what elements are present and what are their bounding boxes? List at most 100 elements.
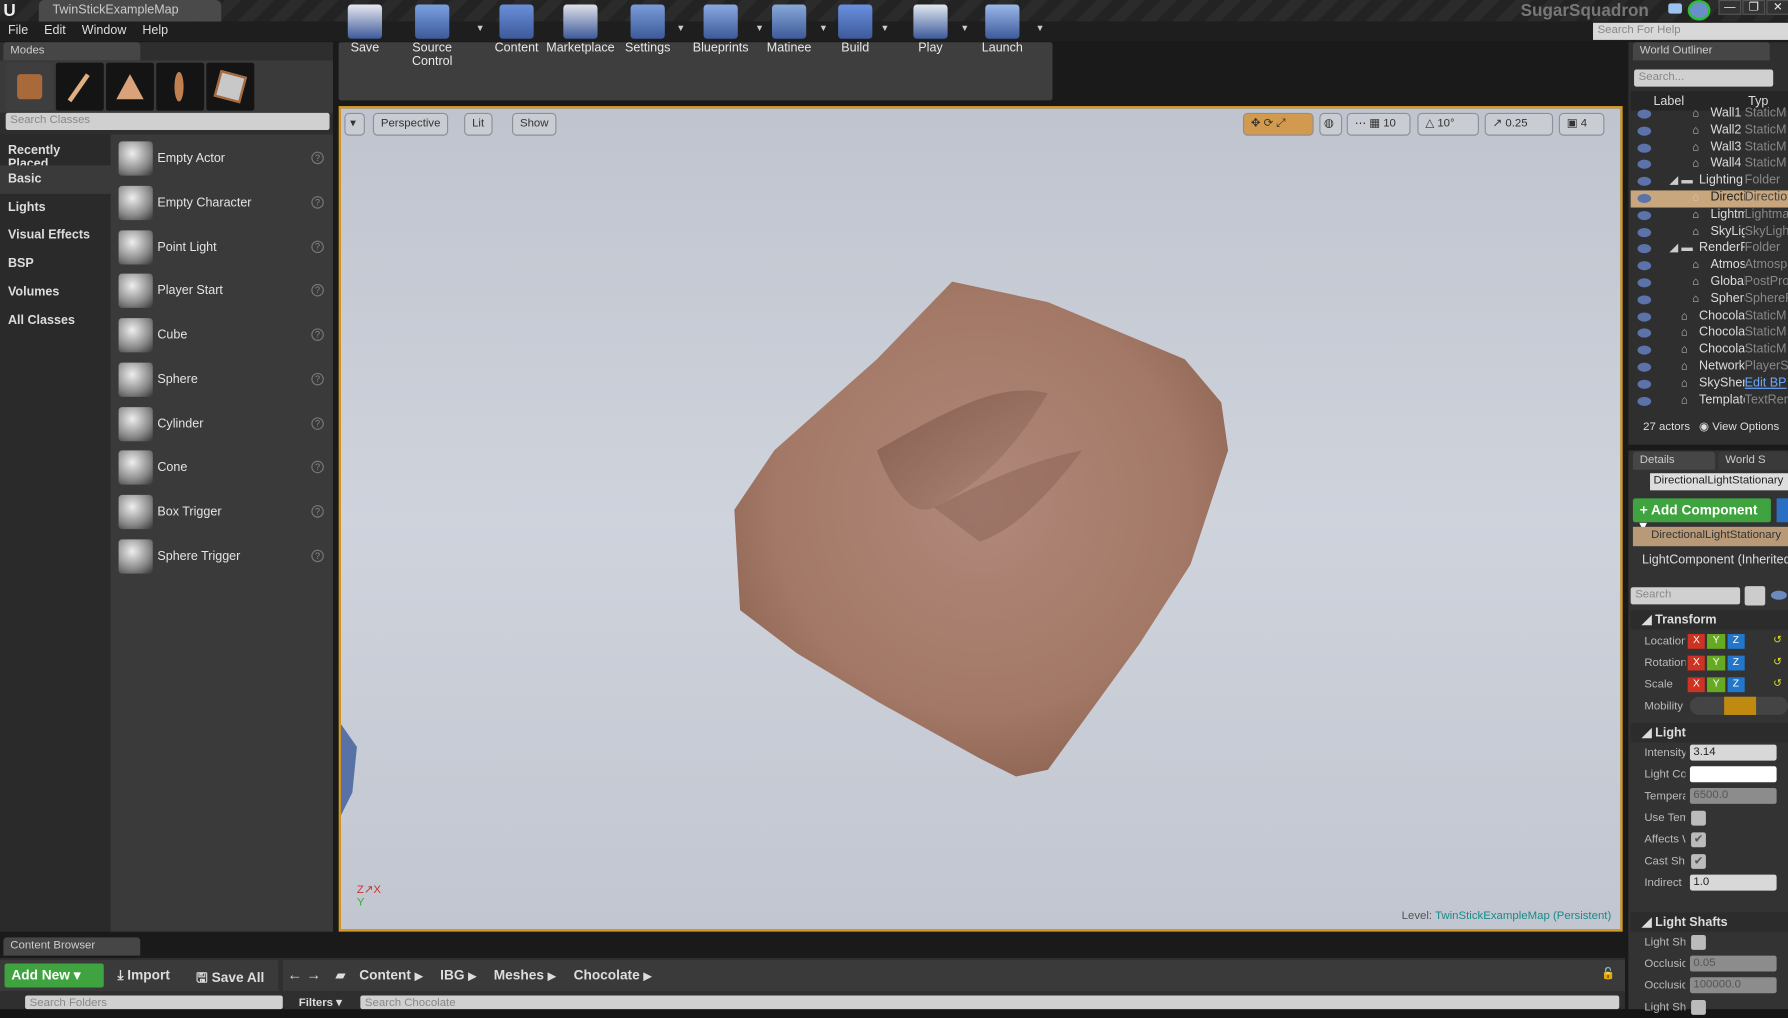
toolbar-source-control-button[interactable]: Source Control ▼: [391, 0, 485, 68]
toolbar-play-button[interactable]: Play ▼: [903, 0, 969, 58]
y-field[interactable]: Y: [1707, 677, 1725, 693]
outliner-row[interactable]: ⌂ SkyShereEdit BP: [1631, 376, 1788, 393]
breadcrumb-arrow-icon[interactable]: ▶: [644, 970, 652, 981]
add-new-button[interactable]: Add New ▾: [4, 963, 104, 988]
breadcrumb-meshes[interactable]: Meshes ▶: [494, 967, 556, 983]
z-field[interactable]: Z: [1727, 655, 1745, 671]
lock-icon[interactable]: 🔓: [1601, 968, 1615, 981]
add-component-button[interactable]: + Add Component ▾: [1632, 498, 1771, 534]
outliner-row[interactable]: ⌂ Chocolat StaticM: [1631, 342, 1788, 359]
map-tab[interactable]: TwinStickExampleMap: [38, 0, 222, 22]
landscape-mode-icon[interactable]: [106, 62, 154, 111]
toolbar-matinee-button[interactable]: Matinee ▼: [762, 0, 828, 58]
perspective-button[interactable]: Perspective: [372, 112, 449, 136]
xyz-fields[interactable]: XYZ: [1687, 634, 1745, 649]
xyz-fields[interactable]: XYZ: [1687, 677, 1745, 693]
outliner-row[interactable]: ⌂ TemplateTextRen: [1631, 393, 1788, 410]
category-lights[interactable]: Lights: [0, 193, 111, 222]
x-field[interactable]: X: [1687, 677, 1706, 693]
light-shafts-section[interactable]: ◢ Light Shafts: [1630, 912, 1788, 932]
world-settings-tab[interactable]: World S: [1718, 451, 1788, 470]
breadcrumb-arrow-icon[interactable]: ▶: [548, 970, 556, 981]
grid-snap[interactable]: ⋯ ▦ 10: [1346, 112, 1411, 136]
import-button[interactable]: ⤓ Import: [117, 967, 169, 984]
help-icon[interactable]: ?: [311, 195, 324, 209]
z-field[interactable]: Z: [1727, 634, 1745, 649]
y-field[interactable]: Y: [1707, 655, 1725, 671]
back-forward-buttons[interactable]: ← →: [287, 966, 321, 983]
class-item-point-light[interactable]: Point Light?: [112, 225, 333, 268]
visibility-eye-icon[interactable]: [1637, 345, 1652, 355]
modes-tab[interactable]: Modes: [3, 42, 141, 61]
dropdown-arrow-icon[interactable]: ▼: [476, 23, 485, 33]
foliage-mode-icon[interactable]: [156, 62, 205, 111]
transform-section[interactable]: ◢ Transform: [1630, 610, 1788, 630]
visibility-eye-icon[interactable]: [1637, 160, 1652, 170]
rotation-snap[interactable]: △ 10°: [1417, 112, 1479, 136]
world-outliner-tab[interactable]: World Outliner: [1632, 42, 1770, 61]
affects-world-checkbox[interactable]: ✔: [1691, 832, 1706, 848]
intensity-field[interactable]: 3.14: [1689, 744, 1777, 761]
outliner-search-input[interactable]: Search...: [1634, 69, 1774, 87]
outliner-row[interactable]: ⌂ Chocolat StaticM: [1631, 309, 1788, 326]
visibility-eye-icon[interactable]: [1637, 210, 1652, 220]
outliner-row[interactable]: ⌂ Global PostPro: [1631, 275, 1788, 292]
level-viewport[interactable]: ▾ Perspective Lit Show ✥ ⟳ ⤢ ◍ ⋯ ▦ 10 △ …: [338, 106, 1623, 932]
visibility-eye-icon[interactable]: [1637, 109, 1652, 119]
toolbar-launch-button[interactable]: Launch ▼: [972, 0, 1045, 58]
property-matrix-icon[interactable]: [1744, 586, 1766, 606]
menu-window[interactable]: Window: [74, 22, 135, 40]
visibility-eye-icon[interactable]: [1637, 328, 1652, 338]
xyz-fields[interactable]: XYZ: [1687, 655, 1745, 671]
details-search-input[interactable]: Search: [1630, 587, 1741, 605]
dropdown-arrow-icon[interactable]: ▼: [1035, 23, 1044, 33]
toolbar-blueprints-button[interactable]: Blueprints ▼: [689, 0, 764, 58]
dropdown-arrow-icon[interactable]: ▼: [880, 23, 889, 33]
class-item-empty-actor[interactable]: Empty Actor?: [112, 137, 333, 180]
category-bsp[interactable]: BSP: [0, 250, 111, 279]
visibility-eye-icon[interactable]: [1637, 193, 1652, 203]
toolbar-settings-button[interactable]: Settings ▼: [621, 0, 685, 58]
visibility-eye-icon[interactable]: [1637, 244, 1652, 254]
x-field[interactable]: X: [1687, 634, 1706, 649]
class-item-player-start[interactable]: Player Start?: [112, 269, 333, 312]
view-options-button[interactable]: ◉ View Options: [1699, 421, 1779, 434]
help-icon[interactable]: ?: [311, 460, 324, 474]
class-item-sphere[interactable]: Sphere?: [112, 358, 333, 401]
chat-icon[interactable]: [1668, 3, 1682, 14]
viewport-options-dropdown[interactable]: ▾: [344, 112, 365, 136]
mobility-stationary[interactable]: [1724, 696, 1757, 715]
breadcrumb-arrow-icon[interactable]: ▶: [468, 970, 476, 981]
outliner-row[interactable]: ⌂ SphereSphereR: [1631, 292, 1788, 309]
visibility-eye-icon[interactable]: [1637, 295, 1652, 305]
help-search-input[interactable]: Search For Help: [1593, 22, 1788, 40]
menu-file[interactable]: File: [0, 22, 36, 40]
actor-name-field[interactable]: DirectionalLightStationary: [1650, 473, 1788, 491]
help-icon[interactable]: ?: [311, 284, 324, 297]
breadcrumb-ibg[interactable]: IBG ▶: [440, 967, 476, 983]
temperature-field[interactable]: 6500.0: [1689, 787, 1777, 804]
save-all-button[interactable]: 🖫 Save All: [196, 967, 264, 991]
outliner-row[interactable]: ⌂ Wall1 StaticM: [1631, 106, 1788, 123]
visibility-eye-icon[interactable]: [1637, 362, 1652, 372]
menu-edit[interactable]: Edit: [36, 22, 74, 40]
close-button[interactable]: ✕: [1766, 0, 1788, 15]
category-volumes[interactable]: Volumes: [0, 278, 111, 307]
visibility-eye-icon[interactable]: [1637, 396, 1652, 406]
search-folders-input[interactable]: Search Folders: [25, 995, 283, 1010]
outliner-row[interactable]: ◢ ▬ Lighting Folder: [1631, 174, 1788, 191]
learn-icon[interactable]: [1687, 0, 1711, 21]
category-basic[interactable]: Basic: [0, 165, 111, 194]
breadcrumb-chocolate[interactable]: Chocolate ▶: [574, 967, 652, 983]
dropdown-arrow-icon[interactable]: ▼: [960, 23, 969, 33]
menu-help[interactable]: Help: [134, 22, 176, 40]
filters-button[interactable]: Filters ▾: [299, 997, 342, 1010]
light-section[interactable]: ◢ Light: [1630, 722, 1788, 743]
dropdown-arrow-icon[interactable]: ▼: [676, 23, 685, 33]
toolbar-content-button[interactable]: Content: [491, 0, 541, 58]
breadcrumb-content[interactable]: Content ▶: [359, 967, 422, 983]
toolbar-build-button[interactable]: Build ▼: [832, 0, 889, 58]
search-classes-input[interactable]: Search Classes: [5, 112, 330, 130]
mobility-toggle[interactable]: [1689, 696, 1788, 715]
help-icon[interactable]: ?: [311, 416, 324, 430]
